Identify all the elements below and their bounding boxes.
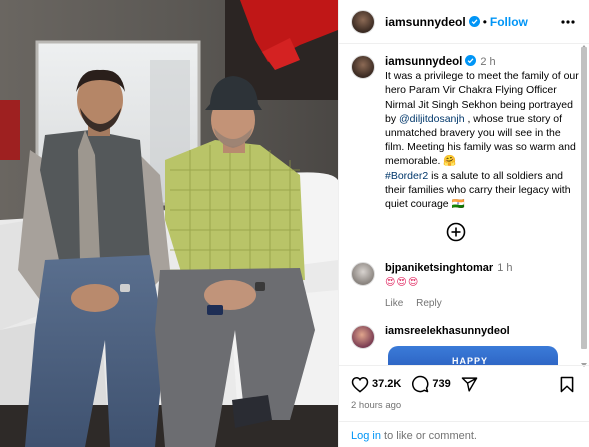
mention-link[interactable]: @diljitdosanjh xyxy=(399,113,465,125)
login-prompt-text: to like or comment. xyxy=(380,430,477,442)
post-caption: iamsunnydeol 2 h It was a privilege to me… xyxy=(351,55,579,211)
comment-time: 1 h xyxy=(497,262,513,274)
comment-username[interactable]: bjpaniketsinghtomar xyxy=(385,262,493,274)
likes-count[interactable]: 37.2K xyxy=(372,378,401,390)
more-options-icon[interactable] xyxy=(560,15,576,29)
comments-count[interactable]: 739 xyxy=(432,378,450,390)
comment-icon[interactable] xyxy=(411,375,429,393)
photo-illustration xyxy=(0,0,338,447)
post-side-panel: iamsunnydeol • Follow iamsunnydeol 2 h It… xyxy=(338,0,589,447)
commenter-avatar[interactable] xyxy=(351,262,375,286)
separator-dot: • xyxy=(482,14,487,29)
add-circle-icon[interactable] xyxy=(446,222,466,242)
share-icon[interactable] xyxy=(461,376,478,393)
scrollbar[interactable] xyxy=(581,45,587,367)
login-prompt: Log in to like or comment. xyxy=(339,421,589,447)
caption-avatar[interactable] xyxy=(351,55,375,79)
post-header: iamsunnydeol • Follow xyxy=(339,0,589,44)
bookmark-icon[interactable] xyxy=(560,376,574,393)
author-username[interactable]: iamsunnydeol xyxy=(385,15,466,29)
comment-like-button[interactable]: Like xyxy=(385,298,403,309)
caption-text: It was a privilege to meet the family of… xyxy=(385,69,579,211)
comment-item: bjpaniketsinghtomar 1 h 😍😍😍 Like Reply xyxy=(351,262,579,309)
caption-time: 2 h xyxy=(480,56,496,68)
verified-badge-icon xyxy=(465,55,477,66)
comments-scroll-area[interactable]: iamsunnydeol 2 h It was a privilege to me… xyxy=(339,45,589,365)
comment-reply-button[interactable]: Reply xyxy=(416,298,442,309)
commenter-avatar[interactable] xyxy=(351,325,375,349)
comment-image: HAPPY xyxy=(388,346,558,365)
post-action-bar: 37.2K 739 2 hours ago Log in to like or … xyxy=(339,365,589,447)
comment-image-text: HAPPY xyxy=(452,356,489,365)
verified-badge-icon xyxy=(468,16,480,27)
heart-icon[interactable] xyxy=(351,376,369,393)
author-avatar[interactable] xyxy=(351,9,375,34)
hashtag-link[interactable]: #Border2 xyxy=(385,170,428,182)
post-time-ago[interactable]: 2 hours ago xyxy=(351,400,401,411)
caption-username[interactable]: iamsunnydeol xyxy=(385,56,462,68)
follow-button[interactable]: Follow xyxy=(490,15,528,29)
comment-item: iamsreelekhasunnydeol xyxy=(351,325,579,349)
login-link[interactable]: Log in xyxy=(351,430,381,442)
post-photo xyxy=(0,0,338,447)
comment-username[interactable]: iamsreelekhasunnydeol xyxy=(385,325,510,337)
comment-text: 😍😍😍 xyxy=(385,277,420,288)
scrollbar-thumb[interactable] xyxy=(581,47,587,349)
